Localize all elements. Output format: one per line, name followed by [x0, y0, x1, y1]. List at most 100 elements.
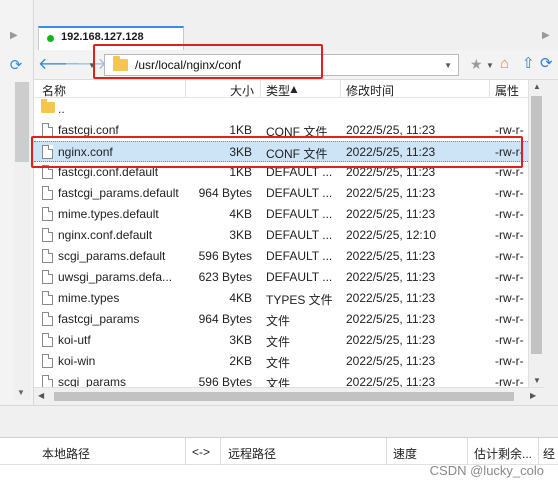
file-type: 文件 [266, 335, 291, 349]
file-icon [42, 291, 53, 305]
scroll-down-icon[interactable]: ▼ [533, 376, 541, 385]
file-size: 2KB [229, 354, 252, 368]
file-name: mime.types.default [58, 207, 159, 221]
file-type: 文件 [266, 314, 291, 328]
file-row[interactable]: uwsgi_params.defa... 623 Bytes DEFAULT ...… [34, 267, 544, 288]
column-divider[interactable] [185, 438, 186, 466]
file-icon [42, 228, 53, 242]
file-row[interactable]: fastcgi.conf.default 1KB DEFAULT ... 2022/5… [34, 162, 544, 183]
file-icon [42, 270, 53, 284]
scroll-right-icon[interactable]: ▶ [530, 391, 536, 400]
tab-remote-host[interactable]: 192.168.127.128 [38, 26, 184, 50]
file-icon [42, 145, 53, 159]
local-scroll-down-icon[interactable]: ▼ [17, 388, 25, 397]
bookmark-dropdown-icon[interactable]: ▼ [486, 61, 494, 70]
file-row[interactable]: mime.types.default 4KB DEFAULT ... 2022/5/2… [34, 204, 544, 225]
scroll-left-icon[interactable]: ◀ [38, 391, 44, 400]
queue-col-elapsed[interactable]: 经 [543, 445, 555, 462]
file-type: CONF 文件 [266, 147, 328, 161]
folder-icon [113, 56, 128, 71]
file-name: scgi_params.default [58, 249, 166, 263]
column-mtime[interactable]: 修改时间 [346, 82, 394, 99]
column-divider[interactable] [538, 438, 539, 466]
file-row[interactable]: fastcgi_params 964 Bytes 文件 2022/5/25, 11:2… [34, 309, 544, 330]
scroll-up-icon[interactable]: ▲ [533, 82, 541, 91]
queue-col-local[interactable]: 本地路径 [42, 445, 90, 462]
file-mtime: 2022/5/25, 11:23 [346, 270, 436, 284]
file-name: koi-utf [58, 333, 91, 347]
file-mtime: 2022/5/25, 11:23 [346, 312, 436, 326]
column-divider[interactable] [386, 438, 387, 466]
file-mtime: 2022/5/25, 11:23 [346, 186, 436, 200]
file-size: 964 Bytes [198, 186, 252, 200]
column-size[interactable]: 大小 [230, 82, 254, 99]
parent-directory-row[interactable]: .. [34, 99, 544, 120]
queue-col-remote[interactable]: 远程路径 [228, 445, 276, 462]
column-divider[interactable] [260, 80, 261, 98]
connected-status-icon [47, 35, 54, 42]
file-row[interactable]: nginx.conf 3KB CONF 文件 2022/5/25, 11:23 -rw-… [34, 141, 544, 162]
remote-path-input[interactable]: /usr/local/nginx/conf ▼ [104, 54, 459, 76]
parent-directory-icon[interactable]: ⇧ [522, 54, 535, 72]
remote-file-list[interactable]: 名称 大小 ▲ 类型 修改时间 属性 .. fastcgi.conf 1KB CON… [34, 80, 544, 405]
refresh-icon[interactable]: ⟳ [540, 54, 553, 72]
local-refresh-icon[interactable]: ⟳ [7, 57, 25, 75]
file-name: fastcgi.conf [58, 123, 119, 137]
column-divider[interactable] [220, 438, 221, 466]
column-divider[interactable] [467, 438, 468, 466]
file-row[interactable]: fastcgi.conf 1KB CONF 文件 2022/5/25, 11:23 -r… [34, 120, 544, 141]
file-attr: -rw-r- [495, 312, 524, 326]
transfer-queue-header: 本地路径 <-> 远程路径 速度 估计剩余... 经 [0, 437, 558, 466]
file-icon [42, 165, 53, 179]
file-row[interactable]: nginx.conf.default 3KB DEFAULT ... 2022/5/2… [34, 225, 544, 246]
file-row[interactable]: koi-win 2KB 文件 2022/5/25, 11:23 -rw-r- [34, 351, 544, 372]
file-name: fastcgi_params [58, 312, 140, 326]
file-row[interactable]: koi-utf 3KB 文件 2022/5/25, 11:23 -rw-r- [34, 330, 544, 351]
bookmark-star-icon[interactable]: ★ [470, 56, 483, 73]
hscrollbar-thumb[interactable] [54, 392, 514, 401]
file-name: uwsgi_params.defa... [58, 270, 173, 284]
file-name: .. [58, 102, 65, 116]
file-type: DEFAULT ... [266, 165, 333, 179]
path-dropdown-icon[interactable]: ▼ [444, 61, 452, 70]
column-divider[interactable] [340, 80, 341, 98]
splitter[interactable] [0, 405, 558, 437]
home-icon[interactable]: ⌂ [500, 55, 509, 72]
file-list-hscrollbar[interactable]: ◀ ▶ [34, 387, 544, 405]
forward-arrow-icon[interactable]: 🡒 [64, 55, 107, 75]
file-row[interactable]: scgi_params.default 596 Bytes DEFAULT ... 2… [34, 246, 544, 267]
column-type[interactable]: 类型 [266, 82, 290, 99]
queue-col-direction[interactable]: <-> [192, 445, 210, 459]
tab-scroll-left-icon[interactable]: ▶ [10, 30, 18, 41]
file-mtime: 2022/5/25, 11:23 [346, 291, 436, 305]
file-type: DEFAULT ... [266, 207, 333, 221]
file-mtime: 2022/5/25, 11:23 [346, 165, 436, 179]
file-icon [42, 354, 53, 368]
file-size: 1KB [229, 165, 252, 179]
column-name[interactable]: 名称 [42, 82, 66, 99]
file-name: nginx.conf [58, 145, 113, 159]
column-divider[interactable] [185, 80, 186, 98]
file-mtime: 2022/5/25, 11:23 [346, 354, 436, 368]
back-arrow-icon[interactable]: 🡐 [38, 55, 81, 75]
file-size: 1KB [229, 123, 252, 137]
column-attr[interactable]: 属性 [495, 82, 519, 99]
queue-col-remaining[interactable]: 估计剩余... [474, 445, 532, 462]
file-attr: -rw-r- [495, 354, 524, 368]
file-list-header: 名称 大小 ▲ 类型 修改时间 属性 [34, 80, 544, 98]
tab-scroll-right-icon[interactable]: ▶ [542, 30, 550, 41]
file-mtime: 2022/5/25, 11:23 [346, 249, 436, 263]
history-dropdown-icon[interactable]: ▼ [88, 61, 96, 70]
vscrollbar-thumb[interactable] [531, 96, 542, 354]
column-divider[interactable] [489, 80, 490, 98]
file-type: CONF 文件 [266, 125, 328, 139]
file-row[interactable]: fastcgi_params.default 964 Bytes DEFAULT .… [34, 183, 544, 204]
file-icon [42, 249, 53, 263]
file-attr: -rw-r- [495, 207, 524, 221]
file-size: 3KB [229, 145, 252, 159]
local-scrollbar-thumb[interactable] [15, 82, 29, 162]
file-attr: -rw-r- [495, 270, 524, 284]
file-list-vscrollbar[interactable]: ▲ ▼ [528, 80, 544, 405]
file-row[interactable]: mime.types 4KB TYPES 文件 2022/5/25, 11:23 -rw… [34, 288, 544, 309]
queue-col-speed[interactable]: 速度 [393, 445, 417, 462]
